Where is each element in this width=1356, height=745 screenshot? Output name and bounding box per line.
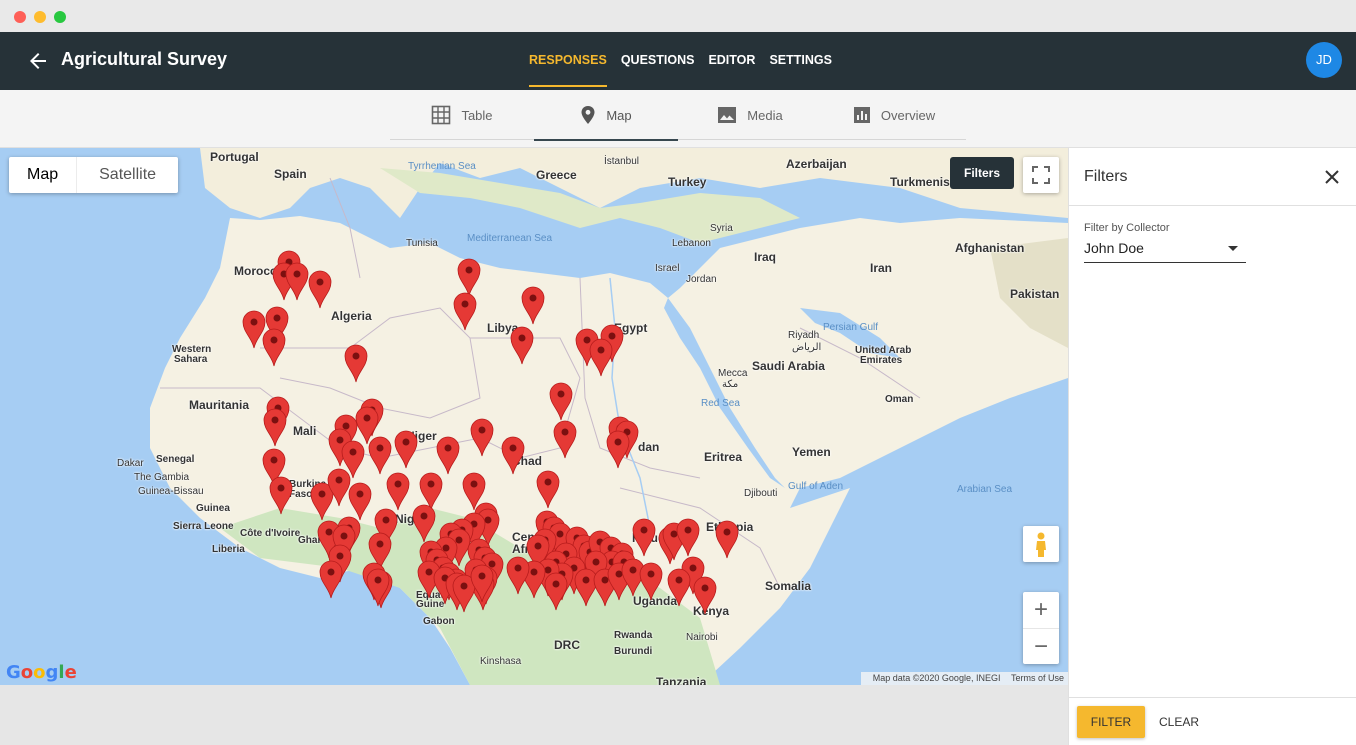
window-close-button[interactable]	[14, 11, 26, 23]
filters-panel: Filters Filter by Collector John Doe FIL…	[1068, 148, 1356, 745]
map-pin-icon	[581, 106, 595, 124]
map-marker-icon[interactable]	[501, 436, 525, 475]
survey-title: Agricultural Survey	[61, 49, 228, 69]
view-tab-table-label: Table	[461, 107, 493, 123]
map-marker-icon[interactable]	[693, 576, 717, 615]
map-marker-icon[interactable]	[436, 436, 460, 475]
apply-filter-button[interactable]: FILTER	[1077, 706, 1145, 738]
map-marker-icon[interactable]	[521, 286, 545, 325]
map-marker-icon[interactable]	[510, 326, 534, 365]
map-marker-icon[interactable]	[310, 482, 334, 521]
main-nav-tabs: RESPONSES QUESTIONS EDITOR SETTINGS	[522, 32, 839, 90]
map-marker-icon[interactable]	[457, 258, 481, 297]
map-marker-icon[interactable]	[348, 482, 372, 521]
map-marker-icon[interactable]	[269, 476, 293, 515]
map-marker-icon[interactable]	[470, 418, 494, 457]
map-type-control: Map Satellite	[9, 157, 179, 193]
map-marker-icon[interactable]	[368, 436, 392, 475]
map-marker-icon[interactable]	[394, 430, 418, 469]
map-marker-icon[interactable]	[553, 420, 577, 459]
pegman-icon	[1036, 532, 1046, 557]
image-icon	[718, 107, 737, 123]
view-tab-map[interactable]: Map	[534, 90, 678, 141]
view-tab-media[interactable]: Media	[678, 90, 822, 140]
filters-panel-title: Filters	[1084, 168, 1128, 185]
attribution-text: Map data ©2020 Google, INEGI	[872, 673, 1001, 683]
terms-link[interactable]: Terms of Use	[1011, 673, 1064, 683]
map-marker-icon[interactable]	[412, 504, 436, 543]
map-marker-icon[interactable]	[639, 562, 663, 601]
map-footer-area	[0, 685, 1068, 745]
view-tab-bar: Table Map Media Overview	[0, 90, 1356, 148]
view-tab-overview[interactable]: Overview	[822, 90, 966, 140]
zoom-in-button[interactable]: +	[1023, 592, 1059, 628]
map-marker-icon[interactable]	[676, 518, 700, 557]
tab-responses[interactable]: RESPONSES	[522, 32, 614, 90]
window-titlebar	[0, 0, 1356, 32]
map-type-map-button[interactable]: Map	[9, 157, 76, 193]
map-marker-icon[interactable]	[544, 572, 568, 611]
view-tab-table[interactable]: Table	[390, 90, 534, 140]
tab-editor[interactable]: EDITOR	[701, 32, 762, 90]
markers-layer	[242, 250, 739, 615]
view-tab-map-label: Map	[606, 107, 632, 123]
map-marker-icon[interactable]	[536, 470, 560, 509]
google-logo: Google	[6, 662, 77, 683]
collector-select[interactable]: John Doe	[1084, 238, 1246, 263]
map-marker-icon[interactable]	[715, 520, 739, 559]
fullscreen-icon	[1032, 166, 1050, 184]
map-marker-icon[interactable]	[308, 270, 332, 309]
map-marker-icon[interactable]	[242, 310, 266, 349]
map-marker-icon[interactable]	[574, 568, 598, 607]
fullscreen-button[interactable]	[1023, 157, 1059, 193]
arrow-back-icon[interactable]	[26, 49, 50, 73]
dropdown-arrow-icon	[1228, 246, 1238, 251]
map-marker-icon[interactable]	[506, 556, 530, 595]
window-maximize-button[interactable]	[54, 11, 66, 23]
tab-questions[interactable]: QUESTIONS	[614, 32, 702, 90]
map-marker-icon[interactable]	[386, 472, 410, 511]
window-minimize-button[interactable]	[34, 11, 46, 23]
map-marker-icon[interactable]	[366, 568, 390, 607]
filters-panel-header: Filters	[1069, 148, 1356, 206]
map-marker-icon[interactable]	[632, 518, 656, 557]
map-marker-icon[interactable]	[453, 292, 477, 331]
view-tab-overview-label: Overview	[880, 107, 936, 123]
map-marker-icon[interactable]	[263, 408, 287, 447]
close-icon[interactable]	[1321, 166, 1343, 188]
map-marker-icon[interactable]	[319, 560, 343, 599]
collector-filter-label: Filter by Collector	[1084, 222, 1170, 234]
filters-panel-footer: FILTER CLEAR	[1069, 697, 1356, 745]
map-marker-icon[interactable]	[419, 472, 443, 511]
map-attribution: Map data ©2020 Google, INEGI Terms of Us…	[860, 672, 1068, 685]
map-marker-icon[interactable]	[262, 328, 286, 367]
bar-chart-icon	[853, 107, 870, 123]
filters-toggle-button[interactable]: Filters	[950, 157, 1015, 189]
map-marker-icon[interactable]	[589, 338, 613, 377]
map-marker-icon[interactable]	[606, 430, 630, 469]
map-marker-icon[interactable]	[285, 262, 309, 301]
zoom-out-button[interactable]: −	[1023, 628, 1059, 664]
tab-settings[interactable]: SETTINGS	[762, 32, 839, 90]
map-marker-icon[interactable]	[549, 382, 573, 421]
clear-filter-button[interactable]: CLEAR	[1159, 706, 1199, 738]
view-tab-media-label: Media	[747, 107, 783, 123]
app-bar: Agricultural Survey RESPONSES QUESTIONS …	[0, 32, 1356, 90]
zoom-control: + −	[1023, 592, 1059, 664]
responses-map[interactable]: Portugal Spain Tyrrhenian Sea İstanbul G…	[0, 148, 1068, 685]
collector-select-value: John Doe	[1084, 240, 1144, 256]
table-icon	[432, 105, 451, 125]
user-avatar[interactable]: JD	[1306, 42, 1342, 78]
street-view-pegman-button[interactable]	[1023, 526, 1059, 562]
map-marker-icon[interactable]	[667, 568, 691, 607]
map-marker-icon[interactable]	[344, 344, 368, 383]
map-type-satellite-button[interactable]: Satellite	[76, 157, 178, 193]
